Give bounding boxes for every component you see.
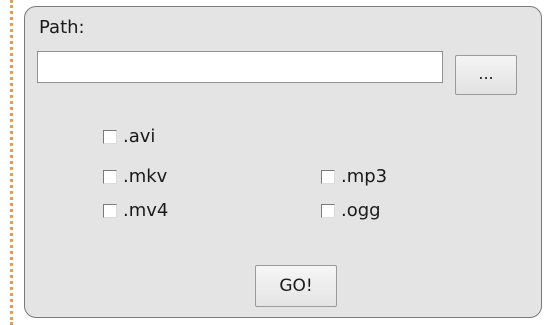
checkbox-avi-row[interactable]: .avi — [103, 126, 155, 147]
checkbox-avi-label: .avi — [123, 126, 156, 147]
dotted-margin-line — [10, 0, 13, 325]
checkbox-ogg-row[interactable]: .ogg — [321, 200, 381, 221]
checkbox-mkv[interactable] — [103, 169, 117, 184]
path-input[interactable] — [37, 51, 443, 83]
go-button[interactable]: GO! — [255, 265, 337, 307]
checkbox-avi[interactable] — [103, 129, 117, 144]
checkbox-mp3-label: .mp3 — [341, 166, 388, 187]
checkbox-mv4-label: .mv4 — [123, 200, 169, 221]
checkbox-mv4[interactable] — [103, 203, 117, 218]
checkbox-ogg-label: .ogg — [341, 200, 381, 221]
file-filter-panel: Path: ... .avi .mkv .mv4 .mp3 .ogg GO! — [24, 6, 542, 318]
checkbox-mp3[interactable] — [321, 169, 335, 184]
checkbox-ogg[interactable] — [321, 203, 335, 218]
checkbox-mp3-row[interactable]: .mp3 — [321, 166, 387, 187]
checkbox-mv4-row[interactable]: .mv4 — [103, 200, 168, 221]
browse-button[interactable]: ... — [455, 55, 517, 95]
path-label: Path: — [39, 17, 85, 38]
checkbox-mkv-row[interactable]: .mkv — [103, 166, 167, 187]
checkbox-mkv-label: .mkv — [123, 166, 168, 187]
